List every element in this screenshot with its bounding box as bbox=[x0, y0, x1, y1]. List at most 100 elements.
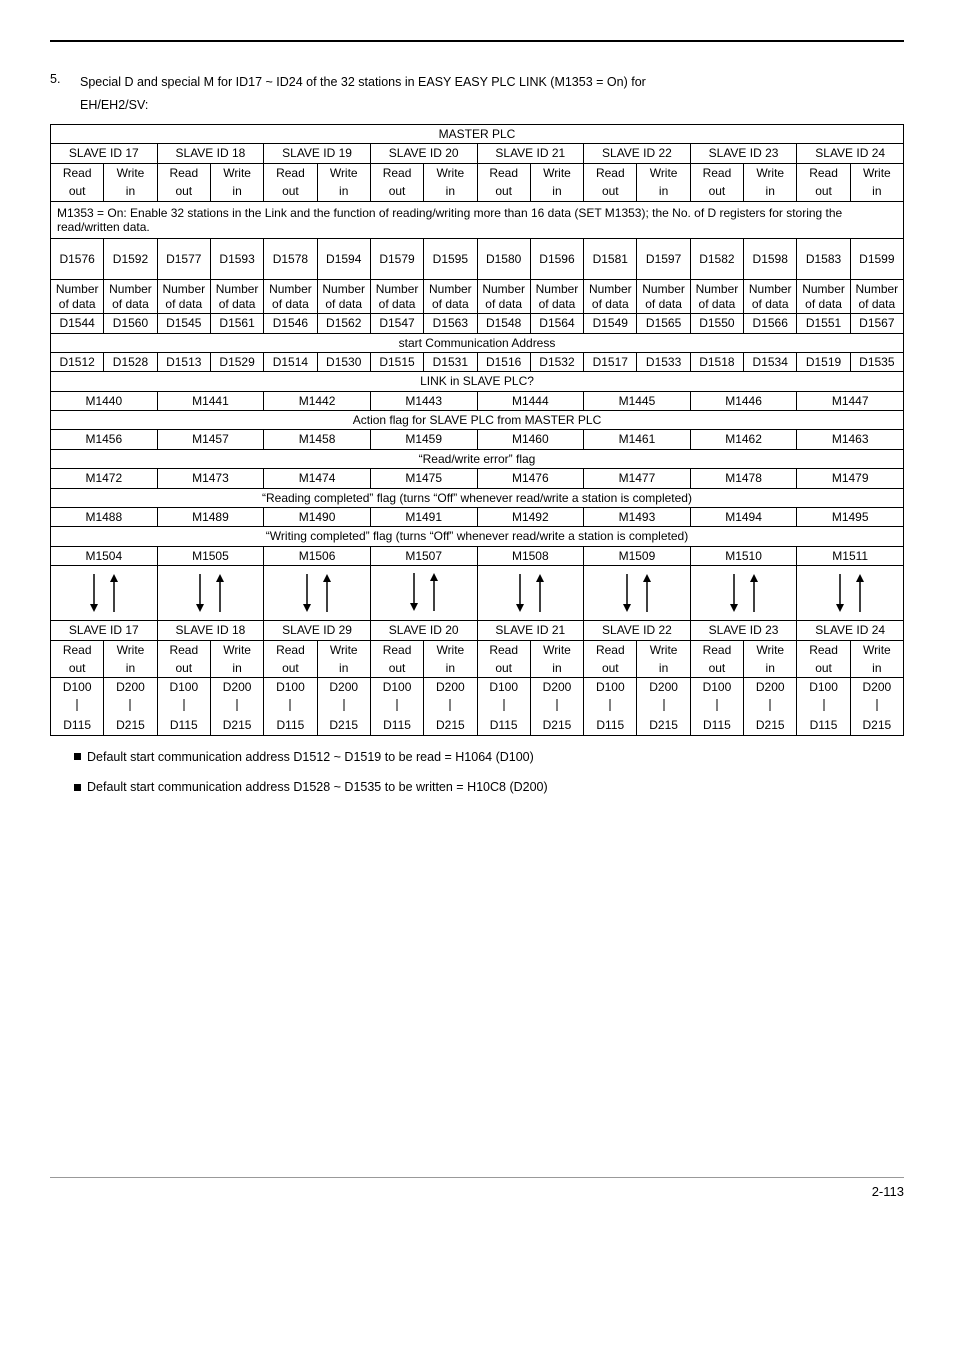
action-flag-header: Action flag for SLAVE PLC from MASTER PL… bbox=[51, 411, 904, 430]
cell: in bbox=[424, 659, 477, 678]
cell: M1443 bbox=[370, 391, 477, 410]
arrow-down-up-icon bbox=[612, 572, 662, 614]
cell: Number of data bbox=[584, 280, 637, 314]
cell: M1478 bbox=[690, 469, 797, 488]
slave-header-row-2: SLAVE ID 17 SLAVE ID 18 SLAVE ID 29 SLAV… bbox=[51, 621, 904, 640]
slave-id-20: SLAVE ID 20 bbox=[370, 144, 477, 163]
cell: Number of data bbox=[104, 280, 157, 314]
cell: Write bbox=[850, 640, 903, 659]
cell: SLAVE ID 20 bbox=[370, 621, 477, 640]
cell: D215 bbox=[850, 716, 903, 735]
cell: M1510 bbox=[690, 546, 797, 565]
cell: in bbox=[104, 659, 157, 678]
d100-d200-row: D100D200 D100D200 D100D200 D100D200 D100… bbox=[51, 678, 904, 697]
page-number: 2-113 bbox=[872, 1184, 904, 1199]
cell: M1489 bbox=[157, 508, 264, 527]
cell: Number of data bbox=[370, 280, 423, 314]
cell: D1512 bbox=[51, 352, 104, 371]
cell: Write bbox=[210, 163, 263, 182]
slave-id-23: SLAVE ID 23 bbox=[690, 144, 797, 163]
cell: in bbox=[210, 182, 263, 201]
cell: Write bbox=[317, 640, 370, 659]
cell: Read bbox=[51, 640, 104, 659]
cell: M1504 bbox=[51, 546, 158, 565]
cell: Read bbox=[370, 163, 423, 182]
page-footer: 2-113 bbox=[50, 1177, 904, 1199]
bar-cell bbox=[797, 697, 850, 716]
cell: Number of data bbox=[264, 280, 317, 314]
arrow-down-up-icon bbox=[185, 572, 235, 614]
cell: in bbox=[317, 182, 370, 201]
note-line: M1353 = On: Enable 32 stations in the Li… bbox=[51, 201, 904, 239]
d-row-3: D1512D1528D1513D1529 D1514D1530D1515D153… bbox=[51, 352, 904, 371]
cell: D100 bbox=[797, 678, 850, 697]
cell: M1463 bbox=[797, 430, 904, 449]
cell: M1491 bbox=[370, 508, 477, 527]
cell: D115 bbox=[797, 716, 850, 735]
cell: D1529 bbox=[210, 352, 263, 371]
cell: M1492 bbox=[477, 508, 584, 527]
cell: D215 bbox=[104, 716, 157, 735]
cell: M1460 bbox=[477, 430, 584, 449]
section-text-1: Special D and special M for ID17 ~ ID24 … bbox=[80, 72, 904, 92]
slave-id-18: SLAVE ID 18 bbox=[157, 144, 264, 163]
cell: M1446 bbox=[690, 391, 797, 410]
cell: Write bbox=[104, 640, 157, 659]
cell: D1593 bbox=[210, 239, 263, 280]
read-write-row-2-bottom: outin outin outin outin outin outin outi… bbox=[51, 659, 904, 678]
cell: D200 bbox=[210, 678, 263, 697]
square-bullet-icon bbox=[74, 784, 81, 791]
cell: M1509 bbox=[584, 546, 691, 565]
cell: in bbox=[530, 659, 583, 678]
m-row-3: M1472M1473M1474M1475 M1476M1477M1478M147… bbox=[51, 469, 904, 488]
cell: Write bbox=[424, 640, 477, 659]
rw-error-header: “Read/write error” flag bbox=[51, 449, 904, 468]
cell: D100 bbox=[51, 678, 104, 697]
cell: Write bbox=[210, 640, 263, 659]
section-heading: 5. Special D and special M for ID17 ~ ID… bbox=[50, 72, 904, 92]
m-row-1: M1440M1441M1442M1443 M1444M1445M1446M144… bbox=[51, 391, 904, 410]
cell: M1456 bbox=[51, 430, 158, 449]
bar-cell bbox=[744, 697, 797, 716]
bar-cell bbox=[264, 697, 317, 716]
cell: Write bbox=[317, 163, 370, 182]
cell: M1461 bbox=[584, 430, 691, 449]
bar-cell bbox=[584, 697, 637, 716]
cell: SLAVE ID 18 bbox=[157, 621, 264, 640]
cell: D1594 bbox=[317, 239, 370, 280]
cell: D1597 bbox=[637, 239, 690, 280]
cell: M1475 bbox=[370, 469, 477, 488]
cell: D1545 bbox=[157, 314, 210, 333]
cell: M1459 bbox=[370, 430, 477, 449]
cell: D1580 bbox=[477, 239, 530, 280]
cell: M1505 bbox=[157, 546, 264, 565]
cell: in bbox=[744, 659, 797, 678]
cell: out bbox=[477, 659, 530, 678]
arrow-down-up-icon bbox=[292, 572, 342, 614]
master-plc-header: MASTER PLC bbox=[51, 125, 904, 144]
cell: D1550 bbox=[690, 314, 743, 333]
read-write-row-top: ReadWrite ReadWrite ReadWrite ReadWrite … bbox=[51, 163, 904, 182]
cell: Read bbox=[690, 163, 743, 182]
cell: M1447 bbox=[797, 391, 904, 410]
cell: D115 bbox=[690, 716, 743, 735]
cell: Read bbox=[264, 640, 317, 659]
cell: M1441 bbox=[157, 391, 264, 410]
cell: D1582 bbox=[690, 239, 743, 280]
cell: D1567 bbox=[850, 314, 903, 333]
cell: SLAVE ID 17 bbox=[51, 621, 158, 640]
cell: D1576 bbox=[51, 239, 104, 280]
link-slave-header: LINK in SLAVE PLC? bbox=[51, 372, 904, 391]
slave-id-22: SLAVE ID 22 bbox=[584, 144, 691, 163]
cell: M1490 bbox=[264, 508, 371, 527]
cell: Number of data bbox=[850, 280, 903, 314]
cell: Number of data bbox=[51, 280, 104, 314]
cell: in bbox=[210, 659, 263, 678]
cell: D100 bbox=[584, 678, 637, 697]
m-row-4: M1488M1489M1490M1491 M1492M1493M1494M149… bbox=[51, 508, 904, 527]
slave-id-19: SLAVE ID 19 bbox=[264, 144, 371, 163]
cell: D215 bbox=[744, 716, 797, 735]
cell: D1515 bbox=[370, 352, 423, 371]
cell: D200 bbox=[850, 678, 903, 697]
cell: Number of data bbox=[744, 280, 797, 314]
